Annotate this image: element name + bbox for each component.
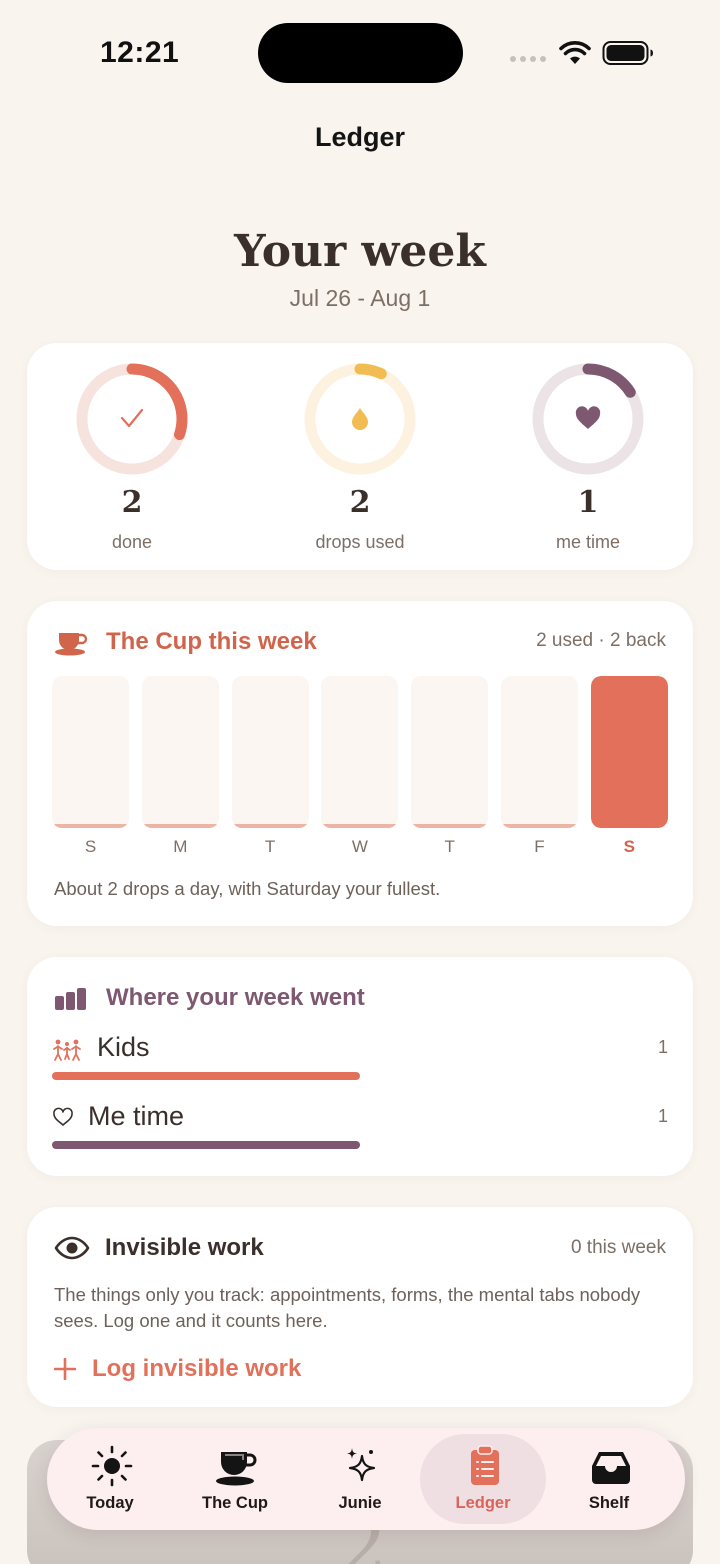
heart-icon	[575, 406, 601, 429]
tab-bar: Today The Cup Junie Ledger Shelf	[47, 1428, 685, 1530]
day-bar-base	[231, 824, 309, 828]
bar-chart-icon	[55, 988, 86, 1010]
day-bar-slot	[590, 676, 668, 828]
log-invisible-work-label: Log invisible work	[92, 1355, 302, 1382]
stat-label: drops used	[315, 532, 405, 552]
signal-icon	[510, 56, 546, 62]
stat-value: 1	[577, 485, 599, 520]
stat-label: done	[111, 532, 153, 552]
stat-value: 2	[121, 485, 143, 520]
cup-icon	[216, 1452, 257, 1486]
status-time: 12:21	[100, 36, 180, 69]
day-bar-fill	[590, 676, 668, 828]
drops-ring	[304, 363, 416, 475]
where-row-kids[interactable]: Kids 1	[52, 1032, 668, 1092]
stat-drops-used[interactable]: 2 drops used	[260, 359, 460, 553]
clipboard-icon	[471, 1445, 499, 1485]
stat-done[interactable]: 2 done	[32, 359, 232, 553]
invisible-work-card: Invisible work 0 this week The things on…	[27, 1207, 693, 1407]
battery-icon	[602, 41, 653, 65]
day-bar-slot	[141, 676, 219, 828]
where-row-bar	[52, 1141, 360, 1149]
done-ring	[76, 363, 188, 475]
tab-junie[interactable]: Junie	[297, 1434, 423, 1524]
heart-outline-icon	[53, 1107, 73, 1126]
date-range: Jul 26 - Aug 1	[289, 285, 431, 311]
day-label: W	[351, 837, 368, 856]
stat-value: 2	[349, 485, 371, 520]
day-bar-slot	[231, 676, 309, 828]
day-bar-base	[52, 824, 129, 828]
invisible-description: The things only you track: appointments,…	[54, 1284, 641, 1331]
drop-icon	[352, 408, 368, 430]
day-bar-base	[141, 824, 219, 828]
day-bar-slot	[411, 676, 489, 828]
day-bar-slot	[501, 676, 578, 828]
cup-summary: About 2 drops a day, with Saturday your …	[54, 878, 441, 899]
tab-label: The Cup	[202, 1494, 268, 1512]
invisible-header: Invisible work 0 this week	[54, 1234, 666, 1264]
tab-ledger[interactable]: Ledger	[420, 1434, 546, 1524]
day-label: T	[444, 837, 455, 856]
cup-header: The Cup this week 2 used · 2 back	[54, 627, 666, 657]
where-row-bar	[52, 1072, 360, 1080]
day-bar-base	[321, 824, 399, 828]
tab-today[interactable]: Today	[47, 1434, 173, 1524]
day-label: F	[534, 837, 545, 856]
page-title: Your week	[234, 226, 486, 277]
check-icon	[120, 408, 144, 428]
dynamic-island	[258, 23, 463, 83]
day-bar-slot	[321, 676, 399, 828]
tab-the-cup[interactable]: The Cup	[172, 1434, 298, 1524]
where-row-count: 1	[657, 1037, 668, 1057]
cup-week-card[interactable]: The Cup this week 2 used · 2 back S M T …	[27, 601, 693, 926]
where-row-label: Me time	[88, 1101, 185, 1131]
cup-icon	[55, 633, 88, 656]
day-bar-base	[411, 824, 489, 828]
day-label: T	[264, 837, 276, 856]
sparkles-icon	[347, 1448, 376, 1482]
day-bar-base	[501, 824, 578, 828]
eye-icon	[54, 1236, 90, 1260]
log-invisible-work-button[interactable]: Log invisible work	[54, 1354, 301, 1384]
stat-me-time[interactable]: 1 me time	[488, 359, 688, 553]
tab-label: Junie	[338, 1494, 382, 1512]
wifi-icon	[559, 41, 591, 64]
where-row-count: 1	[657, 1106, 668, 1126]
where-row-me-time[interactable]: Me time 1	[52, 1101, 668, 1161]
tray-icon	[592, 1452, 630, 1484]
tab-label: Ledger	[455, 1494, 511, 1512]
where-title: Where your week went	[106, 984, 365, 1011]
day-label: M	[173, 837, 188, 856]
day-bar-slot	[52, 676, 129, 828]
tab-label: Today	[86, 1494, 134, 1512]
me-time-ring	[532, 363, 644, 475]
invisible-meta: 0 this week	[570, 1237, 666, 1258]
plus-icon	[54, 1358, 76, 1380]
nav-title: Ledger	[314, 122, 406, 152]
status-bar: 12:21	[0, 0, 720, 100]
tab-shelf[interactable]: Shelf	[546, 1434, 672, 1524]
weekly-stats-card: 2 done 2 drops used 1 me time	[27, 343, 693, 570]
tab-label: Shelf	[588, 1494, 630, 1512]
sun-icon	[91, 1445, 133, 1487]
where-week-went-card[interactable]: Where your week went Kids 1 Me time 1	[27, 957, 693, 1176]
stat-label: me time	[555, 532, 620, 552]
invisible-title: Invisible work	[105, 1234, 264, 1261]
day-label: S	[623, 837, 635, 856]
cup-meta: 2 used · 2 back	[536, 630, 666, 651]
cup-bar-chart	[52, 676, 668, 828]
day-label: S	[84, 837, 97, 856]
where-row-label: Kids	[97, 1032, 150, 1062]
people-icon	[53, 1039, 81, 1061]
cup-title: The Cup this week	[106, 628, 317, 655]
